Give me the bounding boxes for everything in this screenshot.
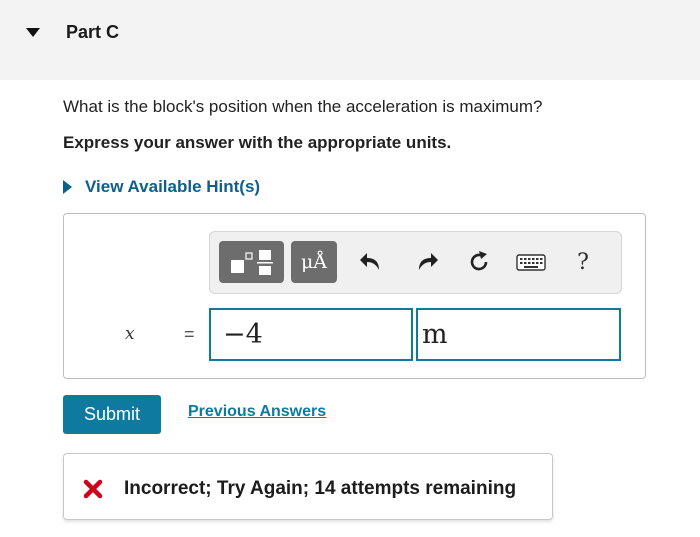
reset-button[interactable] [462,245,496,279]
units-button[interactable]: μÅ [291,241,337,283]
answer-unit-input[interactable]: m [416,308,621,361]
templates-icon [230,250,273,275]
instruction-text: Express your answer with the appropriate… [63,133,452,152]
hint-toggle[interactable]: View Available Hint(s) [63,176,260,198]
answer-value-input[interactable]: −4 [209,308,413,361]
reset-icon [470,251,488,271]
question-text: What is the block's position when the ac… [63,97,543,116]
previous-answers-link[interactable]: Previous Answers [188,403,326,421]
keyboard-icon [516,254,546,271]
feedback-message: Incorrect; Try Again; 14 attempts remain… [124,478,517,499]
submit-button[interactable]: Submit [63,395,161,434]
hint-link[interactable]: View Available Hint(s) [85,177,260,197]
undo-button[interactable] [354,245,388,279]
incorrect-x-icon [83,479,103,499]
part-header[interactable]: Part C [0,0,700,80]
part-title: Part C [66,22,120,42]
redo-icon [419,253,438,270]
answer-box: μÅ ? x = −4 m [63,213,646,379]
caret-right-icon [63,180,72,194]
undo-icon [360,253,379,270]
variable-label: x [125,324,135,344]
redo-button[interactable] [410,245,444,279]
help-button[interactable]: ? [568,245,598,279]
keyboard-button[interactable] [513,245,549,279]
math-toolbar: μÅ ? [209,231,622,294]
equals-sign: = [184,324,195,344]
feedback-box: Incorrect; Try Again; 14 attempts remain… [63,453,553,520]
templates-button[interactable] [219,241,284,283]
collapse-caret-icon[interactable] [26,28,40,37]
